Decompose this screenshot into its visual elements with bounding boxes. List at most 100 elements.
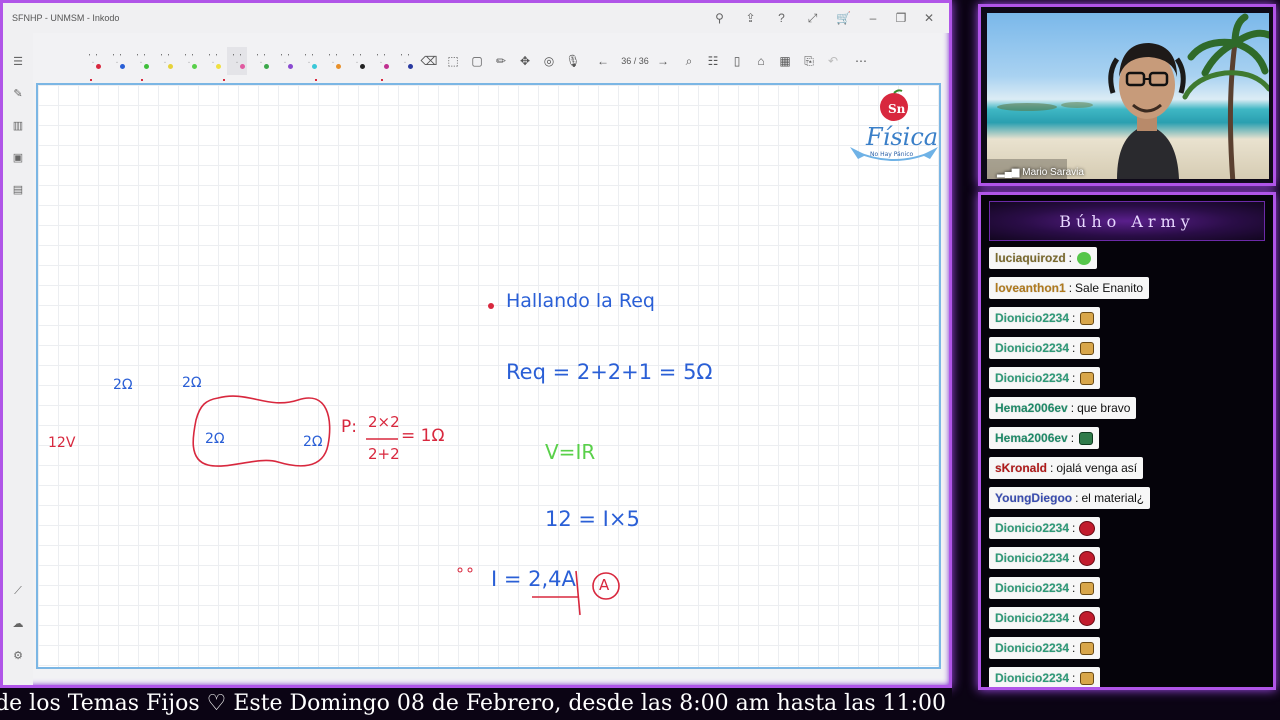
pen-cyan-icon[interactable] [299, 47, 319, 75]
next-page-icon[interactable]: → [653, 47, 673, 75]
req-equation: Req = 2+2+1 = 5Ω [506, 360, 713, 384]
chat-panel: Búho Army luciaquirozd: loveanthon1: Sale … [978, 192, 1276, 690]
lock-icon[interactable]: ⚲ [704, 3, 735, 33]
rectangle-icon[interactable]: ▢ [467, 47, 487, 75]
chat-separator: : [1072, 551, 1076, 565]
stream-layout: SFNHP - UNMSM - Inkodo ⚲ ⇪ ? ⤢ 🛒 – ❐ ✕ ☰… [0, 0, 1280, 720]
chat-username[interactable]: sKronald [995, 461, 1047, 475]
svg-text:Sn: Sn [888, 102, 906, 116]
adjust-icon[interactable]: ☷ [703, 47, 723, 75]
therefore-symbol: ∘∘ [455, 560, 476, 579]
chat-username[interactable]: YoungDiegoo [995, 491, 1072, 505]
pen-purple-icon[interactable] [275, 47, 295, 75]
paste-icon[interactable]: ⎘ [799, 47, 819, 75]
fullscreen-icon[interactable]: ⤢ [797, 3, 828, 33]
pen-blue-icon[interactable] [107, 47, 127, 75]
fraction-bar [366, 438, 398, 440]
pen-red-icon[interactable] [83, 47, 103, 75]
microphone-icon[interactable]: 🎙 [563, 47, 583, 75]
help-icon[interactable]: ? [766, 3, 797, 33]
ticker-text: rcicios solo de los Temas Fijos ♡ Este D… [0, 691, 946, 716]
chat-username[interactable]: Hema2006ev [995, 401, 1068, 415]
ruler-icon[interactable]: ⟋ [10, 583, 26, 599]
pen-tool-icon[interactable]: ✎ [10, 85, 26, 101]
pen-magenta-icon[interactable] [371, 47, 391, 75]
pen-green2-icon[interactable] [179, 47, 199, 75]
pen-navy-icon[interactable] [395, 47, 415, 75]
zoom-icon[interactable]: ⌕ [679, 47, 699, 75]
menu-icon[interactable]: ☰ [10, 53, 26, 69]
streamer-name: ▂▄▆ Mario Saravia [997, 167, 1084, 178]
pen-yellow2-icon[interactable] [203, 47, 223, 75]
chat-separator: : [1072, 611, 1076, 625]
undo-icon[interactable]: ↶ [823, 47, 843, 75]
owl-emote-icon [1080, 641, 1095, 655]
maximize-button[interactable]: ❐ [887, 3, 915, 33]
chat-username[interactable]: Dionicio2234 [995, 341, 1069, 355]
chat-message: Dionicio2234: [989, 367, 1101, 389]
shape-icon[interactable]: ◎ [539, 47, 559, 75]
chat-username[interactable]: Dionicio2234 [995, 581, 1069, 595]
frog-emote-icon [1077, 251, 1092, 265]
heading-hallando-req: Hallando la Req [506, 290, 655, 312]
chat-message: luciaquirozd: [989, 247, 1098, 269]
chat-message: Dionicio2234: [989, 547, 1101, 569]
clipboard-icon[interactable]: ▤ [10, 181, 26, 197]
eraser-icon[interactable]: ⌫ [419, 47, 439, 75]
window-controls: ⚲ ⇪ ? ⤢ 🛒 – ❐ ✕ [704, 3, 943, 33]
settings-icon[interactable]: ⚙ [10, 647, 26, 663]
whiteboard-canvas[interactable]: 2Ω 2Ω 12V 2Ω 2Ω P: 2×2 2+2 = 1Ω Hallando… [36, 83, 941, 669]
close-button[interactable]: ✕ [915, 3, 943, 33]
chat-username[interactable]: Dionicio2234 [995, 551, 1069, 565]
chat-separator: : [1072, 641, 1076, 655]
pen-orange-icon[interactable] [323, 47, 343, 75]
chat-message: Hema2006ev: [989, 427, 1100, 449]
chat-username[interactable]: Dionicio2234 [995, 641, 1069, 655]
prev-page-icon[interactable]: ← [593, 47, 613, 75]
new-page-icon[interactable]: ▯ [727, 47, 747, 75]
chat-message: Dionicio2234: [989, 307, 1101, 329]
chat-separator: : [1068, 281, 1073, 295]
inkodo-window: SFNHP - UNMSM - Inkodo ⚲ ⇪ ? ⤢ 🛒 – ❐ ✕ ☰… [0, 0, 952, 688]
minimize-button[interactable]: – [859, 3, 887, 33]
resistor-label: 2Ω [182, 375, 202, 391]
chat-message: Dionicio2234: [989, 337, 1101, 359]
save-icon[interactable]: ▦ [775, 47, 795, 75]
pen-green3-icon[interactable] [251, 47, 271, 75]
chat-username[interactable]: Hema2006ev [995, 431, 1068, 445]
pencil-icon[interactable]: ✏ [491, 47, 511, 75]
drawing-toolbar: ⌫ ⬚ ▢ ✏ ✥ ◎ 🎙 ← 36 / 36 → ⌕ ☷ ▯ ⌂ ▦ ⎘ ↶ … [33, 47, 947, 75]
chat-separator: : [1072, 521, 1076, 535]
open-folder-icon[interactable]: ⌂ [751, 47, 771, 75]
pen-pink-icon[interactable] [227, 47, 247, 75]
chat-username[interactable]: Dionicio2234 [995, 521, 1069, 535]
title-bar: SFNHP - UNMSM - Inkodo ⚲ ⇪ ? ⤢ 🛒 – ❐ ✕ [3, 3, 949, 33]
cloud-icon[interactable]: ☁ [10, 615, 26, 631]
chat-username[interactable]: Dionicio2234 [995, 611, 1069, 625]
library-icon[interactable]: ▥ [10, 117, 26, 133]
chat-separator: : [1070, 401, 1075, 415]
image-icon[interactable]: ▣ [10, 149, 26, 165]
chat-username[interactable]: Dionicio2234 [995, 671, 1069, 685]
chat-separator: : [1050, 461, 1054, 475]
pen-green-icon[interactable] [131, 47, 151, 75]
share-icon[interactable]: ⇪ [735, 3, 766, 33]
owl-emote-icon [1080, 671, 1095, 685]
chat-username[interactable]: loveanthon1 [995, 281, 1066, 295]
lasso-select-icon[interactable]: ⬚ [443, 47, 463, 75]
chat-message: Dionicio2234: [989, 577, 1101, 599]
left-sidebar: ☰ ✎ ▥ ▣ ▤ ⟋ ☁ ⚙ [3, 33, 33, 685]
virus-emote-icon [1080, 611, 1095, 625]
chat-username[interactable]: Dionicio2234 [995, 311, 1069, 325]
pen-black-icon[interactable] [347, 47, 367, 75]
chat-separator: : [1072, 671, 1076, 685]
chat-message: Dionicio2234: [989, 607, 1101, 629]
move-icon[interactable]: ✥ [515, 47, 535, 75]
cart-icon[interactable]: 🛒 [828, 3, 859, 33]
more-icon[interactable]: ⋯ [851, 47, 871, 75]
chat-username[interactable]: luciaquirozd [995, 251, 1066, 265]
voltage-label: 12V [48, 435, 76, 451]
chat-username[interactable]: Dionicio2234 [995, 371, 1069, 385]
pen-yellow-icon[interactable] [155, 47, 175, 75]
virus-emote-icon [1080, 521, 1095, 535]
